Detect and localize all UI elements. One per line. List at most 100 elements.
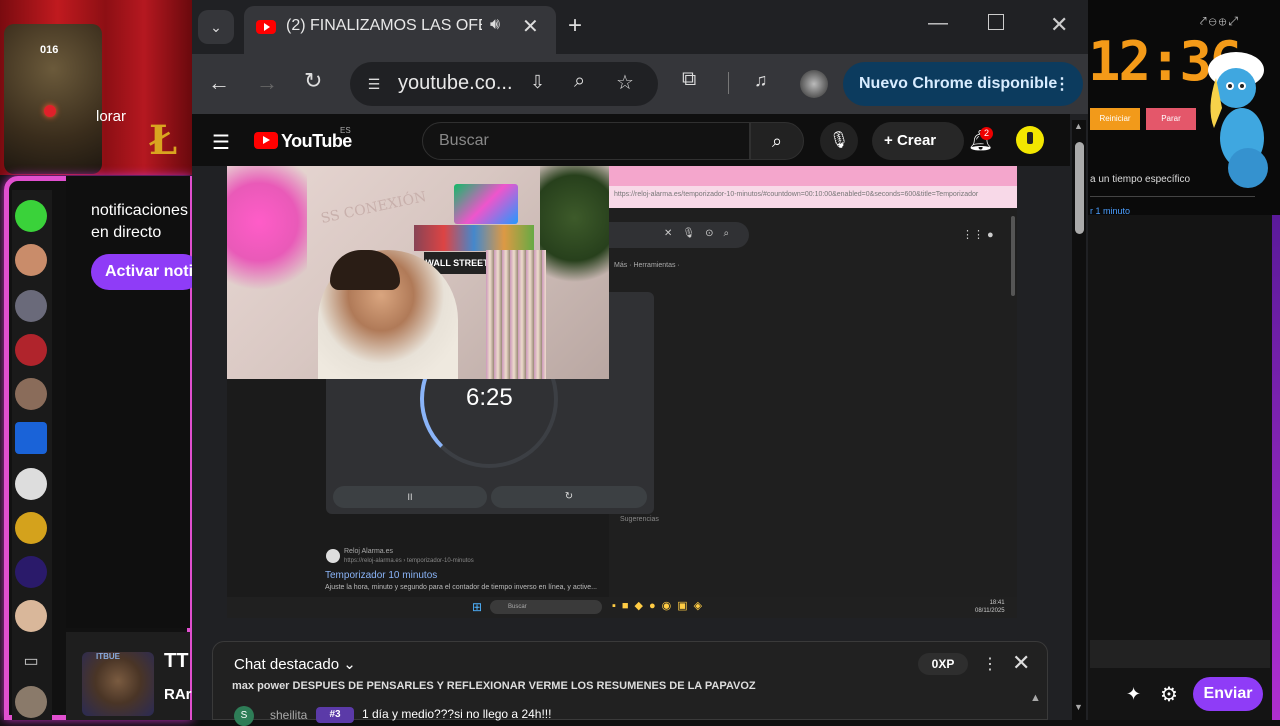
video-apps-icon: ⋮⋮ ● xyxy=(962,229,994,241)
gear-icon[interactable]: ⚙ xyxy=(1160,682,1178,707)
widget-icons[interactable]: ⤤⊖⊕⤢ xyxy=(1200,14,1240,29)
search-icon[interactable]: ⌕ xyxy=(750,122,804,160)
update-chrome-button[interactable]: Nuevo Chrome disponible xyxy=(843,62,1083,106)
chat-message: max power DESPUES DE PENSARLES Y REFLEXI… xyxy=(232,680,756,692)
result-favicon-icon xyxy=(326,549,340,563)
divider xyxy=(1090,196,1255,197)
notifications-text: notificaciones en directo xyxy=(91,202,188,241)
channel-avatar[interactable] xyxy=(15,512,47,544)
video-scrollbar xyxy=(1011,216,1015,296)
chat-title: Chat destacado xyxy=(234,656,340,673)
itbue-avatar xyxy=(82,652,154,716)
notification-badge: 2 xyxy=(980,127,993,140)
youtube-logo-icon[interactable] xyxy=(254,132,278,149)
timer-link[interactable]: r 1 minuto xyxy=(1090,206,1130,216)
ra-label: RAr xyxy=(164,686,192,703)
microphone-icon[interactable]: 🎙︎ xyxy=(820,122,858,160)
webcam-pink-light xyxy=(227,166,307,306)
chat-mode-selector[interactable]: Chat destacado ⌄ xyxy=(234,655,356,673)
url-text[interactable]: youtube.co... xyxy=(398,72,513,95)
channel-avatar[interactable] xyxy=(15,686,47,718)
country-code: ES xyxy=(340,126,351,135)
minimize-icon[interactable]: — xyxy=(928,12,948,35)
menu-icon[interactable]: ☰ xyxy=(212,130,230,155)
video-browser-tabbar xyxy=(609,166,1017,186)
close-window-icon[interactable]: ✕ xyxy=(1050,12,1068,38)
search-input[interactable]: Buscar xyxy=(422,122,750,160)
channel-avatar[interactable] xyxy=(15,290,47,322)
youtube-favicon-icon xyxy=(256,20,276,34)
scroll-up-icon[interactable]: ▲ xyxy=(1074,121,1083,131)
chat-menu-icon[interactable]: ⋮ xyxy=(982,654,998,674)
new-tab-button[interactable]: + xyxy=(568,12,582,40)
channel-avatar[interactable] xyxy=(15,468,47,500)
forward-icon[interactable]: → xyxy=(256,70,278,96)
maximize-icon[interactable] xyxy=(988,14,1004,30)
timer-reset-button: ↻ xyxy=(491,486,647,508)
install-app-icon[interactable]: ⇩ xyxy=(530,72,545,93)
kebab-menu-icon[interactable]: ⋮ xyxy=(1054,74,1070,94)
reload-icon[interactable]: ↻ xyxy=(304,68,322,94)
result-site: Reloj Alarma.es xyxy=(344,548,394,555)
channel-avatar[interactable] xyxy=(15,200,47,232)
member-badge: #3 xyxy=(316,707,354,723)
chat-scroll-icon[interactable]: ▲ xyxy=(1030,692,1041,704)
scroll-down-icon[interactable]: ▼ xyxy=(1074,702,1083,712)
webcam-shelf xyxy=(414,225,534,251)
toolbar-divider xyxy=(728,72,729,94)
bookmark-star-icon[interactable]: ☆ xyxy=(616,70,634,95)
channel-avatar[interactable] xyxy=(15,378,47,410)
account-avatar[interactable] xyxy=(1016,126,1044,154)
chat-message-text: 1 día y medio???si no llego a 24h!!! xyxy=(362,707,552,721)
channel-avatar[interactable] xyxy=(15,422,47,454)
webcam-sign xyxy=(454,184,518,224)
close-tab-icon[interactable]: ✕ xyxy=(522,14,539,39)
media-control-icon[interactable]: ♫ xyxy=(754,70,768,91)
channel-avatar[interactable] xyxy=(15,556,47,588)
magic-wand-icon[interactable]: ✦ xyxy=(1126,684,1141,705)
tab-search-button[interactable]: ⌄ xyxy=(198,10,234,44)
tab-title: (2) FINALIZAMOS LAS OFERTAS xyxy=(286,17,482,34)
taskbar-clock: 18:41 08/11/2025 xyxy=(975,600,1005,614)
video-filters: Más · Herramientas · xyxy=(614,262,680,269)
gold-logo-icon: Ł xyxy=(148,117,178,164)
profile-avatar[interactable] xyxy=(800,70,828,98)
taskbar-app-icons: ▪■◆●◉▣◈ xyxy=(612,600,709,612)
zoom-icon[interactable]: ⌕ xyxy=(574,70,585,93)
channel-avatar[interactable] xyxy=(15,334,47,366)
result-description: Ajuste la hora, minuto y segundo para el… xyxy=(325,584,597,591)
chat-close-icon[interactable]: ✕ xyxy=(1012,650,1030,676)
extensions-icon[interactable]: ⧉ xyxy=(682,68,696,91)
back-icon[interactable]: ← xyxy=(208,70,230,96)
windows-start-icon: ⊞ xyxy=(472,600,483,614)
scrollbar-thumb[interactable] xyxy=(1075,142,1084,234)
speaker-icon[interactable]: 🔊︎ xyxy=(490,16,500,34)
video-url-text: https://reloj-alarma.es/temporizador-10-… xyxy=(614,191,979,198)
channel-avatar[interactable] xyxy=(15,600,47,632)
purple-border xyxy=(1272,215,1280,720)
stop-button[interactable]: Parar xyxy=(1146,108,1196,130)
timer-value: 6:25 xyxy=(466,384,513,411)
video-suggestions: Sugerencias xyxy=(620,516,659,523)
channel-avatar[interactable] xyxy=(15,244,47,276)
result-title: Temporizador 10 minutos xyxy=(325,570,438,581)
webcam-shelves xyxy=(486,250,546,379)
explore-label[interactable]: lorar xyxy=(96,108,126,125)
activate-notifications-button[interactable]: Activar noti xyxy=(91,254,201,290)
create-label: Crear xyxy=(896,132,937,149)
webcam-plant xyxy=(540,166,609,296)
chat-input[interactable] xyxy=(1090,640,1270,668)
sacred-heart-icon xyxy=(44,105,56,117)
send-button[interactable]: Enviar xyxy=(1193,677,1263,711)
video-search-icons: ✕🎙︎⊙⌕ xyxy=(664,228,740,239)
video-icon[interactable]: ▭ xyxy=(15,646,47,678)
timer-pause-button: II xyxy=(333,486,487,508)
smurfette-sticker xyxy=(1208,52,1268,188)
restart-button[interactable]: Reiniciar xyxy=(1090,108,1140,130)
chat-user-avatar[interactable]: S xyxy=(234,706,254,726)
site-info-icon[interactable]: ☰ xyxy=(362,72,386,96)
chat-points-badge[interactable]: 0XP xyxy=(918,653,968,675)
tt-label: TT xyxy=(164,650,189,672)
result-url: https://reloj-alarma.es › temporizador-1… xyxy=(344,558,474,564)
create-button[interactable]: + Crear xyxy=(872,122,964,160)
